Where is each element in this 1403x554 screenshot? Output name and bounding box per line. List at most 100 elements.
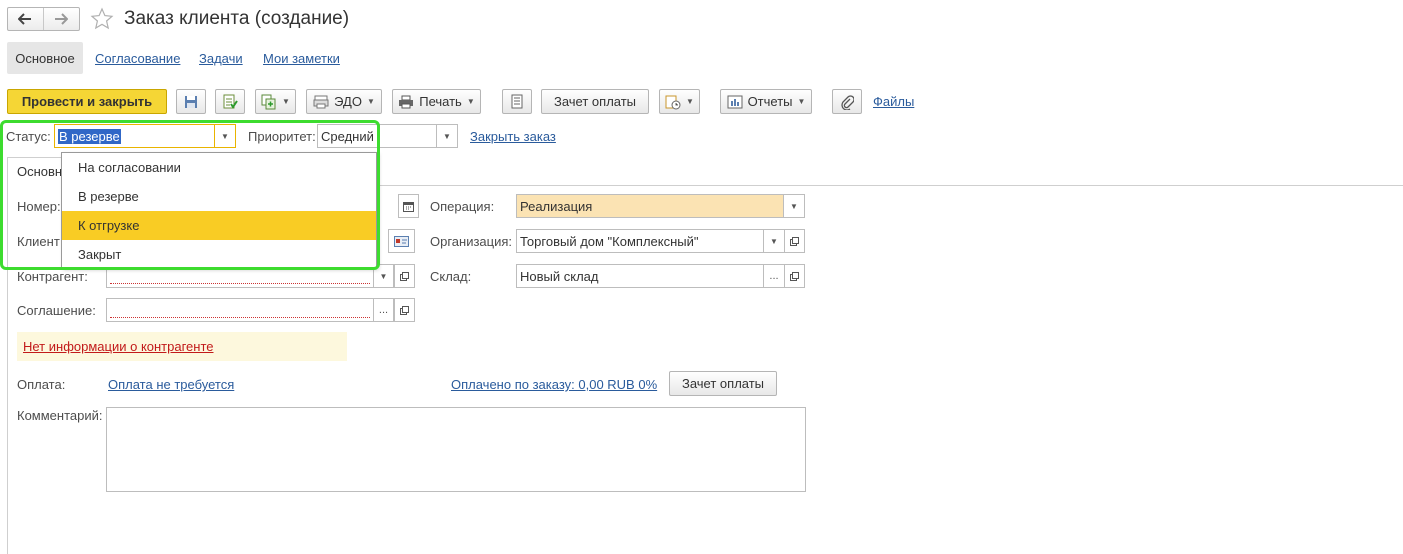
floppy-disk-icon	[185, 95, 197, 108]
chevron-down-icon: ▼	[686, 97, 694, 106]
organization-label: Организация:	[430, 234, 513, 249]
agreement-required-line	[110, 317, 370, 318]
forward-button[interactable]	[44, 8, 80, 30]
comment-label: Комментарий:	[17, 408, 103, 423]
operation-value: Реализация	[520, 198, 593, 214]
open-icon	[790, 271, 799, 281]
back-button[interactable]	[8, 8, 44, 30]
page-title: Заказ клиента (создание)	[124, 8, 350, 29]
offset-payment-toolbar-button[interactable]: Зачет оплаты	[541, 89, 649, 114]
chevron-down-icon: ▼	[790, 201, 798, 211]
paid-by-order-link[interactable]: Оплачено по заказу: 0,00 RUB 0%	[451, 377, 657, 392]
tab-tasks[interactable]: Задачи	[199, 51, 243, 66]
chevron-down-icon: ▼	[282, 97, 290, 106]
document-clock-icon	[665, 95, 681, 109]
operation-label: Операция:	[430, 199, 495, 214]
status-dropdown-list: На согласовании В резерве К отгрузке Зак…	[61, 152, 377, 268]
warehouse-label: Склад:	[430, 269, 472, 284]
organization-field[interactable]: Торговый дом "Комплексный"	[516, 229, 764, 253]
status-select[interactable]: В резерве	[54, 124, 215, 148]
tab-main-label: Основное	[15, 50, 75, 66]
client-label: Клиент	[17, 234, 60, 249]
chevron-down-icon: ▼	[221, 131, 229, 141]
create-based-on-icon	[261, 94, 276, 109]
attach-button[interactable]	[832, 89, 862, 114]
edo-button[interactable]: ЭДО ▼	[306, 89, 382, 114]
inner-tab-main[interactable]: Основн	[7, 157, 63, 186]
reports-icon	[727, 95, 743, 108]
open-icon	[400, 305, 409, 315]
chevron-down-icon: ▼	[797, 97, 806, 106]
status-option-highlighted[interactable]: К отгрузке	[62, 211, 376, 240]
edo-icon	[313, 95, 329, 108]
status-option-label: К отгрузке	[78, 218, 140, 233]
payment-value-link[interactable]: Оплата не требуется	[108, 377, 234, 392]
client-card-button[interactable]	[388, 229, 415, 253]
priority-label: Приоритет:	[248, 129, 316, 144]
agreement-open-button[interactable]	[394, 298, 415, 322]
status-option-label: Закрыт	[78, 247, 122, 262]
history-button[interactable]: ▼	[659, 89, 700, 114]
warehouse-open-button[interactable]	[784, 264, 805, 288]
agreement-select-button[interactable]: ...	[373, 298, 394, 322]
offset-payment-button[interactable]: Зачет оплаты	[669, 371, 777, 396]
counterparty-required-line	[110, 283, 370, 284]
agreement-field[interactable]	[106, 298, 374, 322]
paperclip-icon	[841, 94, 854, 110]
printer-icon	[399, 95, 414, 108]
agreement-label: Соглашение:	[17, 303, 96, 318]
post-and-close-button[interactable]: Провести и закрыть	[7, 89, 167, 114]
counterparty-label: Контрагент:	[17, 269, 88, 284]
warehouse-value: Новый склад	[520, 268, 599, 284]
nav-buttons	[7, 7, 80, 31]
organization-dropdown-button[interactable]: ▼	[763, 229, 785, 253]
chevron-down-icon: ▼	[379, 271, 388, 281]
structure-button[interactable]	[502, 89, 532, 114]
card-icon	[394, 235, 409, 247]
priority-dropdown-button[interactable]: ▼	[436, 124, 458, 148]
organization-open-button[interactable]	[784, 229, 805, 253]
status-option[interactable]: На согласовании	[62, 153, 376, 182]
priority-select[interactable]: Средний	[317, 124, 437, 148]
payment-label: Оплата:	[17, 377, 66, 392]
document-post-icon	[223, 94, 238, 109]
status-dropdown-button[interactable]: ▼	[214, 124, 236, 148]
ellipsis-icon: ...	[378, 304, 389, 316]
warehouse-field[interactable]: Новый склад	[516, 264, 764, 288]
organization-value: Торговый дом "Комплексный"	[520, 233, 699, 249]
operation-select[interactable]: Реализация	[516, 194, 784, 218]
files-link[interactable]: Файлы	[873, 94, 914, 109]
favorite-star-icon[interactable]	[90, 7, 114, 31]
save-button[interactable]	[176, 89, 206, 114]
status-label: Статус:	[6, 129, 51, 144]
post-and-close-label: Провести и закрыть	[21, 94, 153, 109]
tab-my-notes[interactable]: Мои заметки	[263, 51, 340, 66]
chevron-down-icon: ▼	[443, 131, 451, 141]
number-label: Номер:	[17, 199, 61, 214]
arrow-left-icon	[18, 13, 32, 25]
tab-main[interactable]: Основное	[7, 42, 83, 74]
status-option-label: В резерве	[78, 189, 139, 204]
create-based-on-button[interactable]: ▼	[255, 89, 296, 114]
chevron-down-icon: ▼	[770, 236, 778, 246]
counterparty-open-button[interactable]	[394, 264, 415, 288]
warehouse-select-button[interactable]: ...	[763, 264, 785, 288]
print-button[interactable]: Печать ▼	[392, 89, 481, 114]
status-option-label: На согласовании	[78, 160, 181, 175]
status-option[interactable]: В резерве	[62, 182, 376, 211]
status-option[interactable]: Закрыт	[62, 240, 376, 269]
document-list-icon	[511, 94, 523, 109]
operation-dropdown-button[interactable]: ▼	[783, 194, 805, 218]
offset-payment-toolbar-label: Зачет оплаты	[553, 94, 637, 109]
comment-textarea[interactable]	[106, 407, 806, 492]
tab-approval[interactable]: Согласование	[95, 51, 180, 66]
reports-button[interactable]: Отчеты ▼	[720, 89, 812, 114]
number-calendar-button[interactable]	[398, 194, 419, 218]
inner-tab-label: Основн	[17, 164, 63, 179]
offset-payment-label: Зачет оплаты	[681, 376, 765, 391]
no-info-warning-link[interactable]: Нет информации о контрагенте	[23, 339, 214, 354]
calendar-icon	[403, 201, 414, 212]
close-order-link[interactable]: Закрыть заказ	[470, 129, 556, 144]
priority-value: Средний	[321, 128, 374, 144]
post-button[interactable]	[215, 89, 245, 114]
